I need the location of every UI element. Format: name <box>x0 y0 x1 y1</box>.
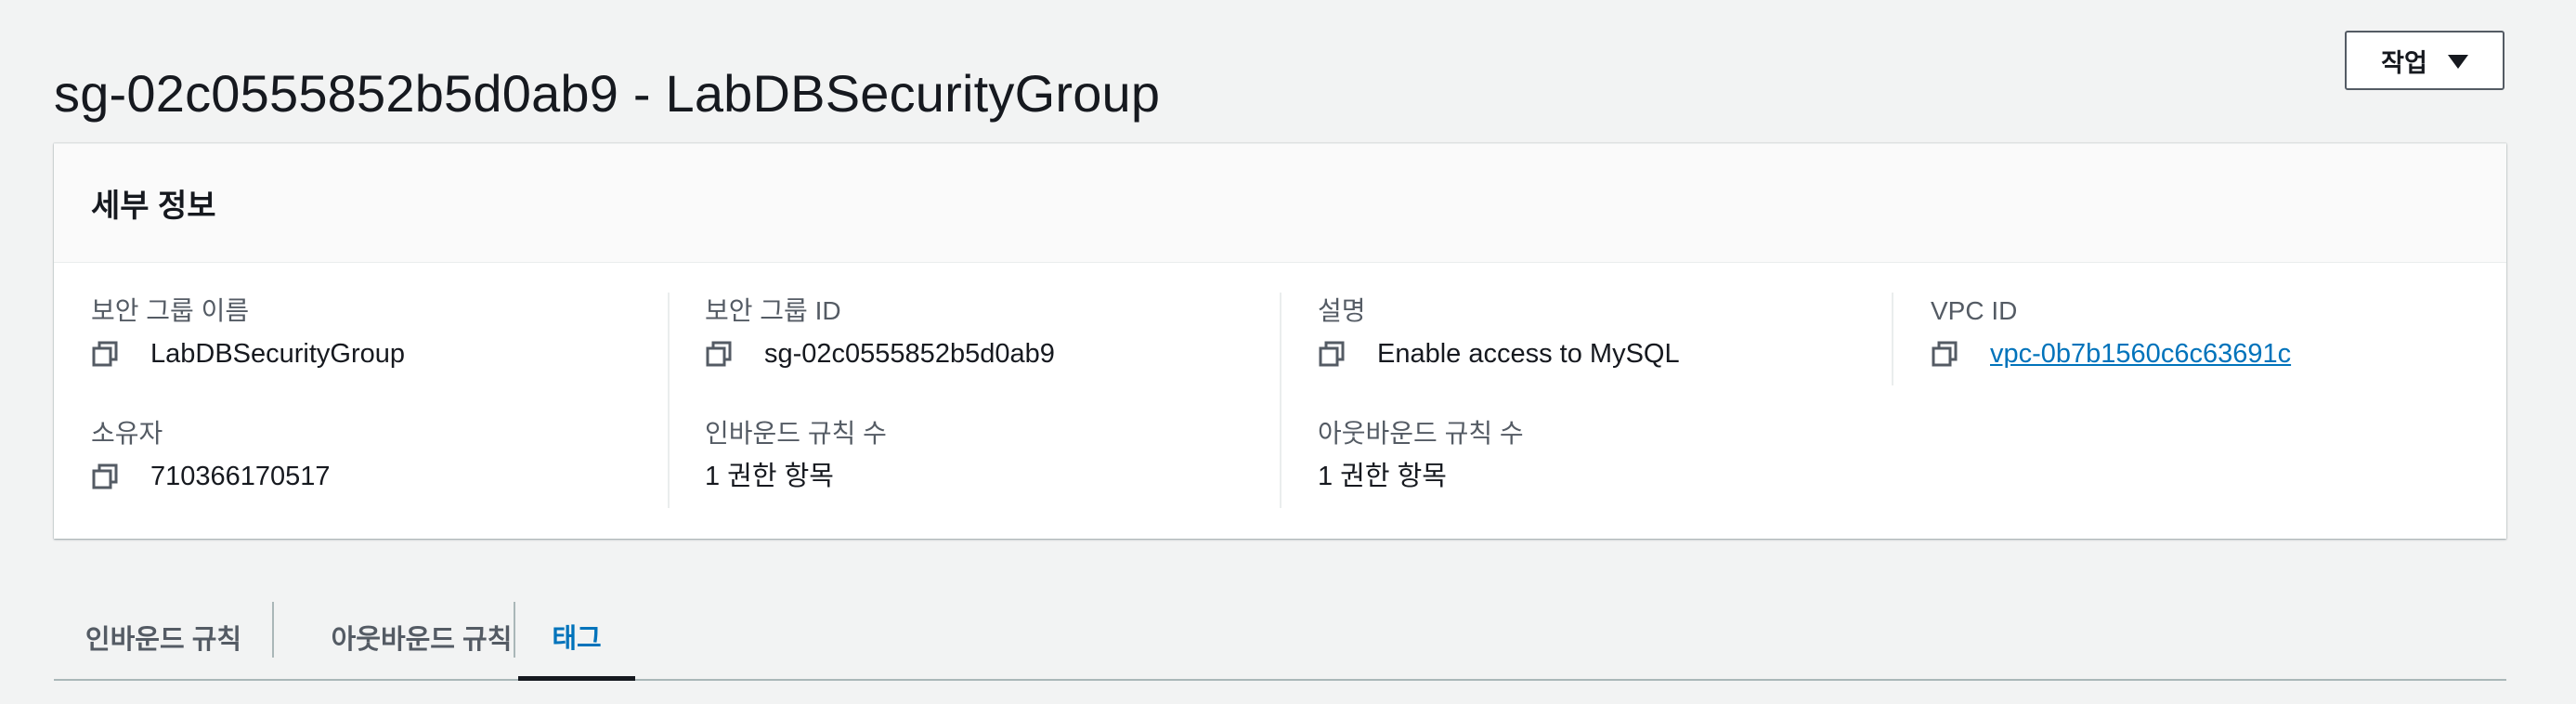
security-group-id-value: sg-02c0555852b5d0ab9 <box>764 339 1055 369</box>
vpc-id-link[interactable]: vpc-0b7b1560c6c63691c <box>1990 337 2291 371</box>
field-value-row: LabDBSecurityGroup <box>91 337 405 371</box>
field-value-row: sg-02c0555852b5d0ab9 <box>705 337 1055 371</box>
tab-separator <box>514 602 515 658</box>
field-value-row: vpc-0b7b1560c6c63691c <box>1931 337 2291 371</box>
actions-button-label: 작업 <box>2381 48 2427 77</box>
field-vpc-id: VPC ID vpc-0b7b1560c6c63691c <box>1931 294 2291 371</box>
field-label: 아웃바운드 규칙 수 <box>1318 419 1524 448</box>
details-panel: 세부 정보 보안 그룹 이름 LabDBSecurityGroup 보안 그룹 … <box>54 143 2506 539</box>
copy-icon[interactable] <box>1931 340 1958 368</box>
column-divider <box>1280 293 1281 508</box>
field-label: 소유자 <box>91 419 163 448</box>
field-label: 보안 그룹 ID <box>705 296 841 325</box>
field-outbound-rule-count: 아웃바운드 규칙 수 1 권한 항목 <box>1318 417 1524 493</box>
owner-value: 710366170517 <box>150 462 331 491</box>
tab-inbound-rules[interactable]: 인바운드 규칙 <box>54 594 273 679</box>
outbound-rule-count-value: 1 권한 항목 <box>1318 462 1447 491</box>
security-group-name-value: LabDBSecurityGroup <box>150 339 406 369</box>
caret-down-icon <box>2447 55 2468 69</box>
copy-icon[interactable] <box>705 340 733 368</box>
field-value-row: 710366170517 <box>91 460 331 493</box>
field-security-group-id: 보안 그룹 ID sg-02c0555852b5d0ab9 <box>705 294 1055 371</box>
details-header: 세부 정보 <box>54 144 2506 263</box>
description-value: Enable access to MySQL <box>1377 339 1680 369</box>
copy-icon[interactable] <box>91 463 119 490</box>
column-divider <box>1892 293 1893 385</box>
field-description: 설명 Enable access to MySQL <box>1318 294 1680 371</box>
column-divider <box>668 293 670 508</box>
field-label: 인바운드 규칙 수 <box>705 419 887 448</box>
field-label: 설명 <box>1318 296 1366 325</box>
field-value-row: Enable access to MySQL <box>1318 337 1680 371</box>
copy-icon[interactable] <box>91 340 119 368</box>
field-label: VPC ID <box>1931 296 2018 325</box>
tab-tags[interactable]: 태그 <box>518 594 635 681</box>
tab-bar: 인바운드 규칙 아웃바운드 규칙 태그 <box>54 594 2506 681</box>
details-title: 세부 정보 <box>91 189 216 224</box>
field-owner: 소유자 710366170517 <box>91 417 331 493</box>
inbound-rule-count-value: 1 권한 항목 <box>705 462 834 491</box>
copy-icon[interactable] <box>1318 340 1346 368</box>
field-label: 보안 그룹 이름 <box>91 296 250 325</box>
field-security-group-name: 보안 그룹 이름 LabDBSecurityGroup <box>91 294 405 371</box>
field-inbound-rule-count: 인바운드 규칙 수 1 권한 항목 <box>705 417 887 493</box>
page-title: sg-02c0555852b5d0ab9 - LabDBSecurityGrou… <box>54 63 1161 123</box>
actions-dropdown-button[interactable]: 작업 <box>2345 31 2504 90</box>
details-grid: 보안 그룹 이름 LabDBSecurityGroup 보안 그룹 ID sg-… <box>54 263 2506 540</box>
